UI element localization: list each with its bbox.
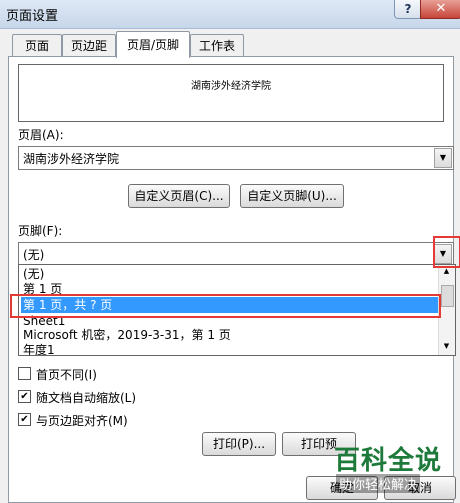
tab-page[interactable]: 页面 xyxy=(12,34,62,57)
close-button[interactable]: ✕ xyxy=(420,0,460,19)
header-label: 页眉(A): xyxy=(18,128,64,142)
window-title: 页面设置 xyxy=(6,9,59,24)
watermark-title: 百科全说 xyxy=(334,446,443,476)
footer-label: 页脚(F): xyxy=(18,224,63,238)
watermark-logo: 百科全说 助你轻松解决 xyxy=(332,440,460,501)
header-preview-text: 湖南涉外经济学院 xyxy=(191,81,271,92)
checkbox-box[interactable]: ✔ xyxy=(18,390,31,403)
scrollbar-thumb[interactable] xyxy=(441,285,454,307)
checkbox-align-with-margins[interactable]: ✔ 与页边距对齐(M) xyxy=(18,412,218,428)
chevron-down-icon[interactable]: ▼ xyxy=(434,148,452,168)
footer-select-value: (无) xyxy=(23,248,45,262)
header-select-value: 湖南涉外经济学院 xyxy=(23,152,120,166)
footer-select[interactable]: (无) ▼ xyxy=(18,242,454,266)
checkbox-box[interactable]: ✔ xyxy=(18,413,31,426)
scroll-down-icon[interactable]: ▼ xyxy=(441,342,452,352)
list-item[interactable]: Microsoft 机密，2019-3-31，第 1 页 xyxy=(21,327,438,343)
watermark-subtitle: 助你轻松解决 xyxy=(336,474,421,493)
header-select[interactable]: 湖南涉外经济学院 ▼ xyxy=(18,146,454,170)
checkbox-label: 随文档自动缩放(L) xyxy=(36,391,137,405)
scroll-up-icon[interactable]: ▲ xyxy=(441,267,452,277)
checkbox-label: 首页不同(I) xyxy=(36,368,97,382)
title-bar: 页面设置 ? ✕ xyxy=(0,0,460,29)
tab-margins[interactable]: 页边距 xyxy=(62,34,116,57)
help-button[interactable]: ? xyxy=(394,0,422,19)
list-item[interactable]: (无) xyxy=(21,266,438,282)
header-preview: 湖南涉外经济学院 xyxy=(18,64,444,122)
print-button[interactable]: 打印(P)... xyxy=(202,432,276,456)
tab-sheet[interactable]: 工作表 xyxy=(190,34,244,57)
custom-header-button[interactable]: 自定义页眉(C)... xyxy=(128,184,230,208)
custom-footer-button[interactable]: 自定义页脚(U)... xyxy=(240,184,344,208)
checkbox-label: 与页边距对齐(M) xyxy=(36,414,128,428)
arrow-highlight-box xyxy=(433,236,460,268)
checkbox-different-first-page[interactable]: 首页不同(I) xyxy=(18,366,218,382)
selection-highlight-box xyxy=(10,294,441,318)
checkbox-box[interactable] xyxy=(18,367,31,380)
checkbox-scale-with-document[interactable]: ✔ 随文档自动缩放(L) xyxy=(18,389,218,405)
tab-header-footer[interactable]: 页眉/页脚 xyxy=(116,31,190,58)
list-item[interactable]: 年度1 xyxy=(21,342,438,355)
